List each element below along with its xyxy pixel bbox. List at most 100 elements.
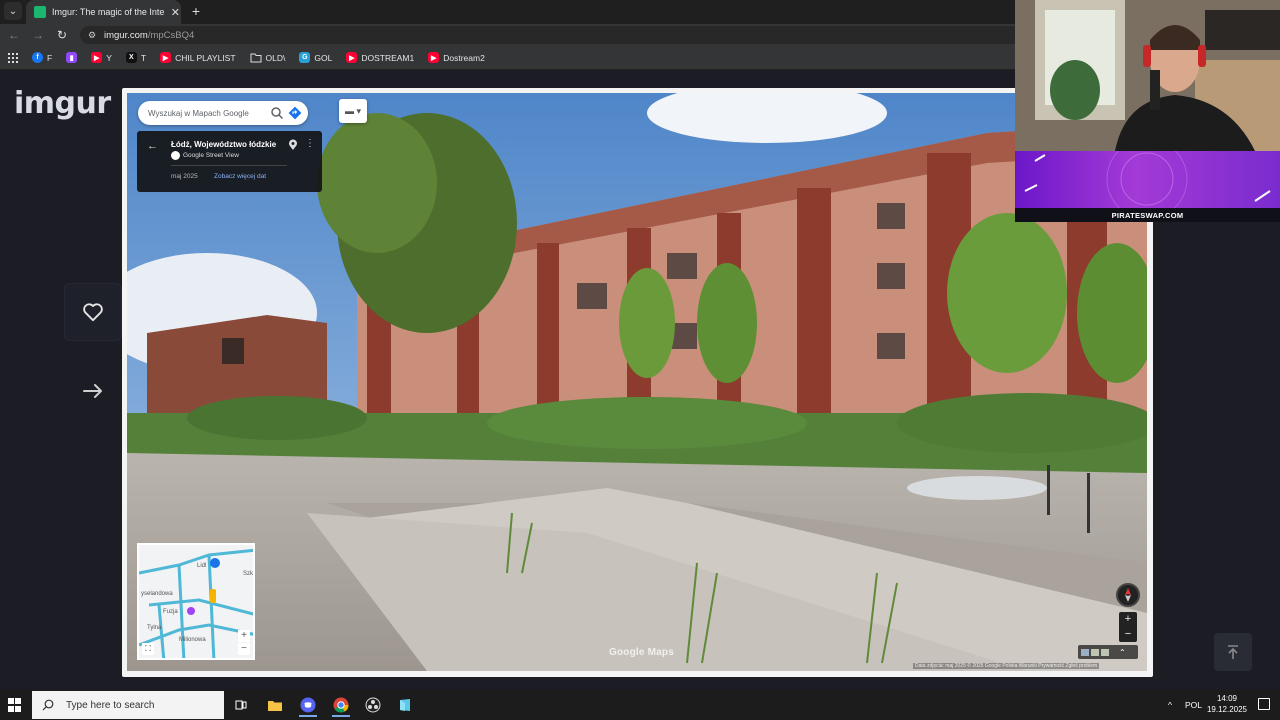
- expand-chevron-icon[interactable]: ⌃: [1119, 648, 1126, 657]
- capture-date: maj 2025: [171, 173, 198, 180]
- promo-banner: PIRATESWAP.COM: [1015, 151, 1280, 222]
- taskbar: Type here to search ^ POL 14:09 19.12.20…: [0, 690, 1280, 720]
- more-options-icon[interactable]: ⋮: [305, 138, 315, 149]
- search-icon: [42, 699, 54, 711]
- app-icon: [400, 699, 410, 711]
- see-more-dates-link[interactable]: Zobacz więcej dat: [214, 173, 266, 180]
- location-source: Google Street View: [171, 151, 239, 160]
- minimap-zoom-in-button[interactable]: +: [238, 630, 250, 642]
- taskbar-obs[interactable]: [360, 693, 386, 717]
- bookmark-y[interactable]: ▶ Y: [91, 52, 112, 63]
- back-arrow-icon[interactable]: ←: [147, 140, 158, 152]
- webcam-feed: [1015, 0, 1280, 151]
- youtube-icon: ▶: [428, 52, 440, 63]
- chrome-icon: [333, 697, 349, 713]
- twitch-icon: ▮: [66, 52, 78, 63]
- windows-start-icon[interactable]: [8, 698, 22, 712]
- youtube-icon: ▶: [91, 52, 103, 63]
- forward-button[interactable]: →: [30, 27, 46, 43]
- compass-icon: [1125, 588, 1131, 602]
- arrow-up-icon: [1228, 645, 1238, 659]
- back-to-top-button[interactable]: [1214, 633, 1252, 671]
- gol-icon: G: [299, 52, 311, 63]
- promo-graphic: [1024, 151, 1271, 220]
- taskbar-search-input[interactable]: Type here to search: [66, 700, 154, 711]
- taskbar-search[interactable]: Type here to search: [32, 691, 224, 719]
- new-tab-button[interactable]: +: [188, 2, 204, 20]
- minimap-label: Milionowa: [179, 637, 206, 643]
- reload-button[interactable]: ↻: [54, 27, 70, 43]
- directions-icon[interactable]: [288, 106, 302, 120]
- language-indicator[interactable]: POL: [1185, 700, 1202, 710]
- minimap-label: yselandowa: [141, 591, 173, 597]
- tab-search-button[interactable]: ⌄: [4, 2, 22, 20]
- share-arrow-icon: [83, 384, 102, 398]
- taskbar-app[interactable]: [392, 693, 418, 717]
- layers-button[interactable]: ▬ ▾: [339, 99, 367, 123]
- folder-icon: [268, 700, 282, 711]
- webcam-overlay: [1015, 0, 1280, 151]
- task-view-button[interactable]: [228, 693, 254, 717]
- minimap-label: Fuzja: [163, 609, 178, 615]
- favorite-button[interactable]: [64, 283, 122, 341]
- bookmark-dostream2[interactable]: ▶ Dostream2: [428, 52, 485, 63]
- bookmark-gol[interactable]: G GOL: [299, 52, 332, 63]
- x-icon: X: [125, 52, 137, 63]
- address-bar[interactable]: ⚙ imgur.com/mpCsBQ4: [80, 26, 1020, 44]
- taskbar-chrome[interactable]: [328, 693, 354, 717]
- obs-icon: [365, 697, 381, 713]
- bookmark-folder-old[interactable]: OLD\: [250, 53, 285, 63]
- imgur-logo[interactable]: imgur: [14, 86, 111, 121]
- thumbnail[interactable]: [1091, 648, 1099, 656]
- thumbnail[interactable]: [1081, 648, 1089, 656]
- heart-icon: [83, 303, 103, 322]
- minimap-label: Lidl: [197, 563, 207, 569]
- share-button[interactable]: [64, 361, 122, 419]
- minimap-label: Szk: [243, 571, 254, 577]
- bookmark-chil-playlist[interactable]: ▶ CHIL PLAYLIST: [160, 52, 236, 63]
- minimap-zoom-out-button[interactable]: −: [238, 643, 250, 655]
- thumbnail[interactable]: [1101, 648, 1109, 656]
- location-title: Łódź, Województwo łódzkie: [171, 140, 277, 149]
- zoom-in-button[interactable]: +: [1119, 612, 1137, 627]
- zoom-control[interactable]: + −: [1119, 612, 1137, 642]
- bookmark-t[interactable]: XT: [125, 52, 146, 63]
- folder-icon: [250, 53, 262, 62]
- zoom-out-button[interactable]: −: [1119, 627, 1137, 642]
- taskbar-discord[interactable]: [295, 693, 321, 717]
- photo-thumbnails[interactable]: ⌃: [1078, 645, 1138, 659]
- clock[interactable]: 14:09 19.12.2025: [1203, 693, 1251, 715]
- promo-text: PIRATESWAP.COM: [1111, 211, 1184, 220]
- bookmark-twitch[interactable]: ▮: [66, 52, 78, 63]
- location-info-card: ← Łódź, Województwo łódzkie Google Stree…: [137, 131, 322, 192]
- facebook-icon: f: [32, 52, 43, 63]
- site-info-icon[interactable]: ⚙: [88, 30, 98, 40]
- street-view-logo-icon: [171, 151, 180, 160]
- map-pin-icon[interactable]: [288, 139, 298, 151]
- tray-overflow-icon[interactable]: ^: [1168, 700, 1172, 710]
- taskbar-file-explorer[interactable]: [262, 693, 288, 717]
- tab-imgur[interactable]: Imgur: The magic of the Internet ✕: [26, 0, 181, 24]
- youtube-icon: ▶: [160, 52, 172, 63]
- search-icon[interactable]: [270, 106, 284, 120]
- maps-search-box[interactable]: Wyszukaj w Mapach Google: [138, 101, 308, 125]
- tab-title: Imgur: The magic of the Internet: [52, 7, 164, 17]
- close-tab-icon[interactable]: ✕: [170, 6, 181, 19]
- minimap[interactable]: Lidl Szk Fuzja yselandowa Tylna Milionow…: [137, 543, 255, 660]
- maps-search-input[interactable]: Wyszukaj w Mapach Google: [148, 109, 270, 118]
- compass-button[interactable]: [1116, 583, 1140, 607]
- minimap-expand-icon[interactable]: ⛶: [142, 643, 154, 655]
- back-button[interactable]: ←: [6, 27, 22, 43]
- notification-icon[interactable]: [1258, 698, 1270, 710]
- bookmark-f[interactable]: fF: [32, 52, 52, 63]
- google-maps-watermark: Google Maps: [609, 647, 674, 658]
- map-attribution: Data zdjęcia: maj 2025 © 2025 Google Pol…: [913, 663, 1100, 669]
- imgur-favicon-icon: [34, 6, 46, 18]
- discord-icon: [300, 697, 316, 713]
- street-view-image: Wyszukaj w Mapach Google ▬ ▾ ← Łódź, Woj…: [127, 93, 1147, 671]
- apps-grid-icon[interactable]: [8, 52, 18, 63]
- bookmark-dostream1[interactable]: ▶ DOSTREAM1: [346, 52, 414, 63]
- divider: [171, 165, 287, 166]
- url-text: imgur.com/mpCsBQ4: [104, 29, 195, 41]
- minimap-label: Tylna: [147, 625, 162, 631]
